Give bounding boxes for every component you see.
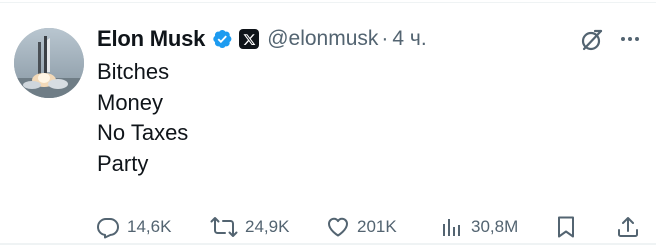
bottom-divider — [0, 243, 656, 245]
action-bar: 14,6K 24,9K 201K 30,8M — [0, 212, 656, 242]
more-icon[interactable] — [620, 36, 640, 42]
author-name[interactable]: Elon Musk — [97, 26, 205, 52]
share-button[interactable] — [616, 212, 640, 242]
x-logo-icon[interactable] — [239, 29, 260, 49]
repost-button[interactable]: 24,9K — [210, 212, 289, 242]
tweet-header: Elon Musk @elonmusk · 4 ч. — [97, 24, 427, 54]
views-count: 30,8M — [471, 217, 519, 236]
top-divider — [0, 2, 656, 3]
like-button[interactable]: 201K — [326, 212, 397, 242]
bookmark-icon — [558, 216, 574, 238]
tweet-line: No Taxes — [97, 120, 189, 145]
tweet-line: Money — [97, 89, 164, 115]
like-count: 201K — [357, 217, 397, 236]
author-handle[interactable]: @elonmusk — [267, 27, 378, 51]
tweet-line: Party — [97, 150, 149, 176]
heart-icon — [328, 217, 348, 237]
separator-dot: · — [381, 27, 389, 50]
views-icon — [443, 219, 460, 236]
repost-icon — [210, 217, 238, 237]
tweet[interactable]: Elon Musk @elonmusk · 4 ч. Bitches Money… — [0, 0, 656, 247]
tweet-line: Bitches — [97, 59, 170, 84]
reply-button[interactable]: 14,6K — [96, 212, 171, 242]
reply-count: 14,6K — [127, 217, 172, 236]
grok-icon[interactable] — [579, 27, 605, 53]
repost-count: 24,9K — [245, 217, 290, 236]
bookmark-button[interactable] — [555, 212, 577, 242]
verified-badge-icon[interactable] — [211, 28, 233, 50]
share-icon — [618, 217, 638, 237]
reply-icon — [97, 218, 119, 239]
timestamp[interactable]: 4 ч. — [392, 27, 426, 51]
tweet-text: Bitches Money No Taxes Party — [97, 57, 188, 179]
views-button[interactable]: 30,8M — [440, 212, 518, 242]
avatar[interactable] — [14, 28, 84, 98]
